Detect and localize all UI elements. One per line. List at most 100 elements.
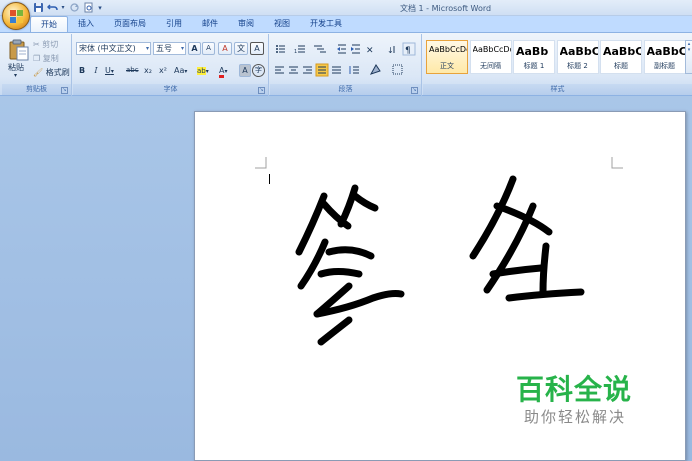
bold-button[interactable]: B: [76, 64, 88, 77]
tab-review[interactable]: 审阅: [228, 16, 264, 32]
style-name: 副标题: [654, 62, 675, 70]
strikethrough-icon: abc: [126, 66, 139, 74]
office-logo-icon: [10, 10, 23, 23]
style-name: 标题: [614, 62, 628, 70]
underline-button[interactable]: U▾: [104, 64, 122, 77]
tab-developer[interactable]: 开发工具: [300, 16, 352, 32]
clear-format-icon: A: [222, 44, 228, 53]
font-name-combo[interactable]: 宋体 (中文正文) ▾: [76, 42, 151, 55]
tab-home[interactable]: 开始: [30, 16, 68, 32]
style-sample: AaBb: [516, 45, 549, 58]
font-name-dropdown-icon: ▾: [145, 45, 149, 52]
italic-icon: I: [94, 66, 98, 75]
style-sample: AaBbCcDd: [429, 45, 467, 54]
scissors-icon: ✂: [33, 40, 40, 49]
paste-button[interactable]: 粘贴 ▾: [2, 34, 32, 82]
font-size-combo[interactable]: 五号 ▾: [153, 42, 186, 55]
numbering-icon[interactable]: 1: [294, 45, 305, 55]
customize-qat-icon[interactable]: ▾: [96, 2, 104, 14]
enclose-char-icon: 字: [255, 66, 262, 74]
align-right-icon[interactable]: [303, 66, 312, 74]
quick-access-toolbar: ▾ ▾: [32, 2, 104, 14]
grow-font-icon: A: [191, 44, 198, 53]
tab-mailings[interactable]: 邮件: [192, 16, 228, 32]
highlight-button[interactable]: ab▾: [196, 64, 216, 77]
char-shading-button[interactable]: A: [239, 64, 251, 77]
change-case-icon: Aa: [174, 66, 185, 75]
tab-page-layout[interactable]: 页面布局: [104, 16, 156, 32]
style-name: 标题 1: [523, 62, 545, 70]
clipboard-group: 粘贴 ▾ ✂ 剪切 ❐ 复制 🖌 格式刷 剪贴板 ↘: [2, 34, 72, 96]
clipboard-launcher-icon[interactable]: ↘: [61, 87, 68, 94]
save-icon[interactable]: [32, 2, 44, 14]
style-item[interactable]: AaBbC 副标题: [643, 40, 686, 74]
strikethrough-button[interactable]: abc: [125, 64, 141, 77]
superscript-button[interactable]: x²: [158, 64, 172, 77]
shading-icon[interactable]: [369, 64, 381, 75]
increase-indent-icon[interactable]: [351, 44, 360, 54]
cut-button[interactable]: ✂ 剪切: [32, 38, 59, 51]
font-group-label: 字体: [73, 84, 268, 95]
styles-group: AaBbCcDd 正文 AaBbCcDd 无间隔 AaBb 标题 1 AaBbC 标题 2 Aa…: [423, 34, 692, 96]
line-spacing-icon[interactable]: [349, 66, 359, 74]
subscript-button[interactable]: x₂: [143, 64, 157, 77]
font-group: 宋体 (中文正文) ▾ 五号 ▾ A A A 文 A B I U▾ abc x₂…: [73, 34, 269, 96]
style-item[interactable]: AaBbC 标题: [600, 40, 642, 74]
copy-icon: ❐: [33, 54, 41, 63]
copy-button[interactable]: ❐ 复制: [32, 52, 60, 65]
phonetic-guide-button[interactable]: 文: [234, 42, 248, 55]
grow-font-button[interactable]: A: [188, 42, 201, 55]
tab-view[interactable]: 视图: [264, 16, 300, 32]
undo-icon[interactable]: [46, 2, 58, 14]
style-item[interactable]: AaBbC 标题 2: [556, 40, 599, 74]
office-button[interactable]: [2, 2, 30, 30]
underline-dropdown-icon: ▾: [110, 68, 114, 75]
style-item[interactable]: AaBbCcDd 正文: [426, 40, 468, 74]
font-size-dropdown-icon: ▾: [180, 45, 184, 52]
margin-corner-top-left: [255, 157, 267, 169]
shrink-font-icon: A: [206, 44, 211, 52]
enclose-char-button[interactable]: 字: [252, 64, 265, 77]
styles-gallery-scroll[interactable]: ▴ ▾: [685, 40, 692, 74]
tab-references[interactable]: 引用: [156, 16, 192, 32]
decrease-indent-icon[interactable]: [337, 44, 346, 54]
copy-label: 复制: [42, 54, 59, 63]
highlight-dropdown-icon: ▾: [205, 68, 209, 75]
font-size-value: 五号: [156, 44, 172, 53]
char-border-button[interactable]: A: [250, 42, 264, 55]
show-marks-icon[interactable]: ¶: [402, 42, 416, 56]
borders-icon[interactable]: [392, 64, 403, 75]
align-center-icon[interactable]: [289, 66, 298, 74]
format-painter-label: 格式刷: [45, 68, 70, 77]
print-preview-icon[interactable]: [82, 2, 94, 14]
change-case-button[interactable]: Aa▾: [173, 64, 193, 77]
style-item[interactable]: AaBb 标题 1: [513, 40, 555, 74]
align-left-icon[interactable]: [275, 66, 284, 74]
shrink-font-button[interactable]: A: [202, 42, 215, 55]
justify-icon[interactable]: [315, 63, 329, 77]
asian-layout-icon[interactable]: ✕: [366, 46, 374, 56]
phonetic-guide-icon: 文: [237, 44, 245, 53]
multilevel-list-icon[interactable]: [314, 45, 326, 53]
svg-text:↓: ↓: [387, 46, 394, 55]
ribbon-tabs: 开始 插入 页面布局 引用 邮件 审阅 视图 开发工具: [30, 16, 352, 32]
change-case-dropdown-icon: ▾: [184, 68, 188, 75]
char-shading-icon: A: [242, 66, 248, 75]
cut-label: 剪切: [42, 40, 59, 49]
clear-format-button[interactable]: A: [218, 42, 232, 55]
tab-insert[interactable]: 插入: [68, 16, 104, 32]
style-sample: AaBbC: [646, 45, 685, 58]
font-launcher-icon[interactable]: ↘: [258, 87, 265, 94]
redo-icon[interactable]: [68, 2, 80, 14]
bullets-icon[interactable]: [276, 45, 285, 53]
italic-button[interactable]: I: [90, 64, 102, 77]
undo-dropdown-icon[interactable]: ▾: [60, 2, 66, 14]
font-color-button[interactable]: A▾: [218, 64, 238, 78]
sort-icon[interactable]: ↓: [387, 46, 395, 55]
style-item[interactable]: AaBbCcDd 无间隔: [469, 40, 512, 74]
paragraph-group-label: 段落: [270, 84, 421, 95]
svg-text:✕: ✕: [366, 46, 374, 56]
distributed-icon[interactable]: [332, 66, 341, 74]
paragraph-launcher-icon[interactable]: ↘: [411, 87, 418, 94]
format-painter-button[interactable]: 🖌 格式刷: [32, 66, 71, 79]
